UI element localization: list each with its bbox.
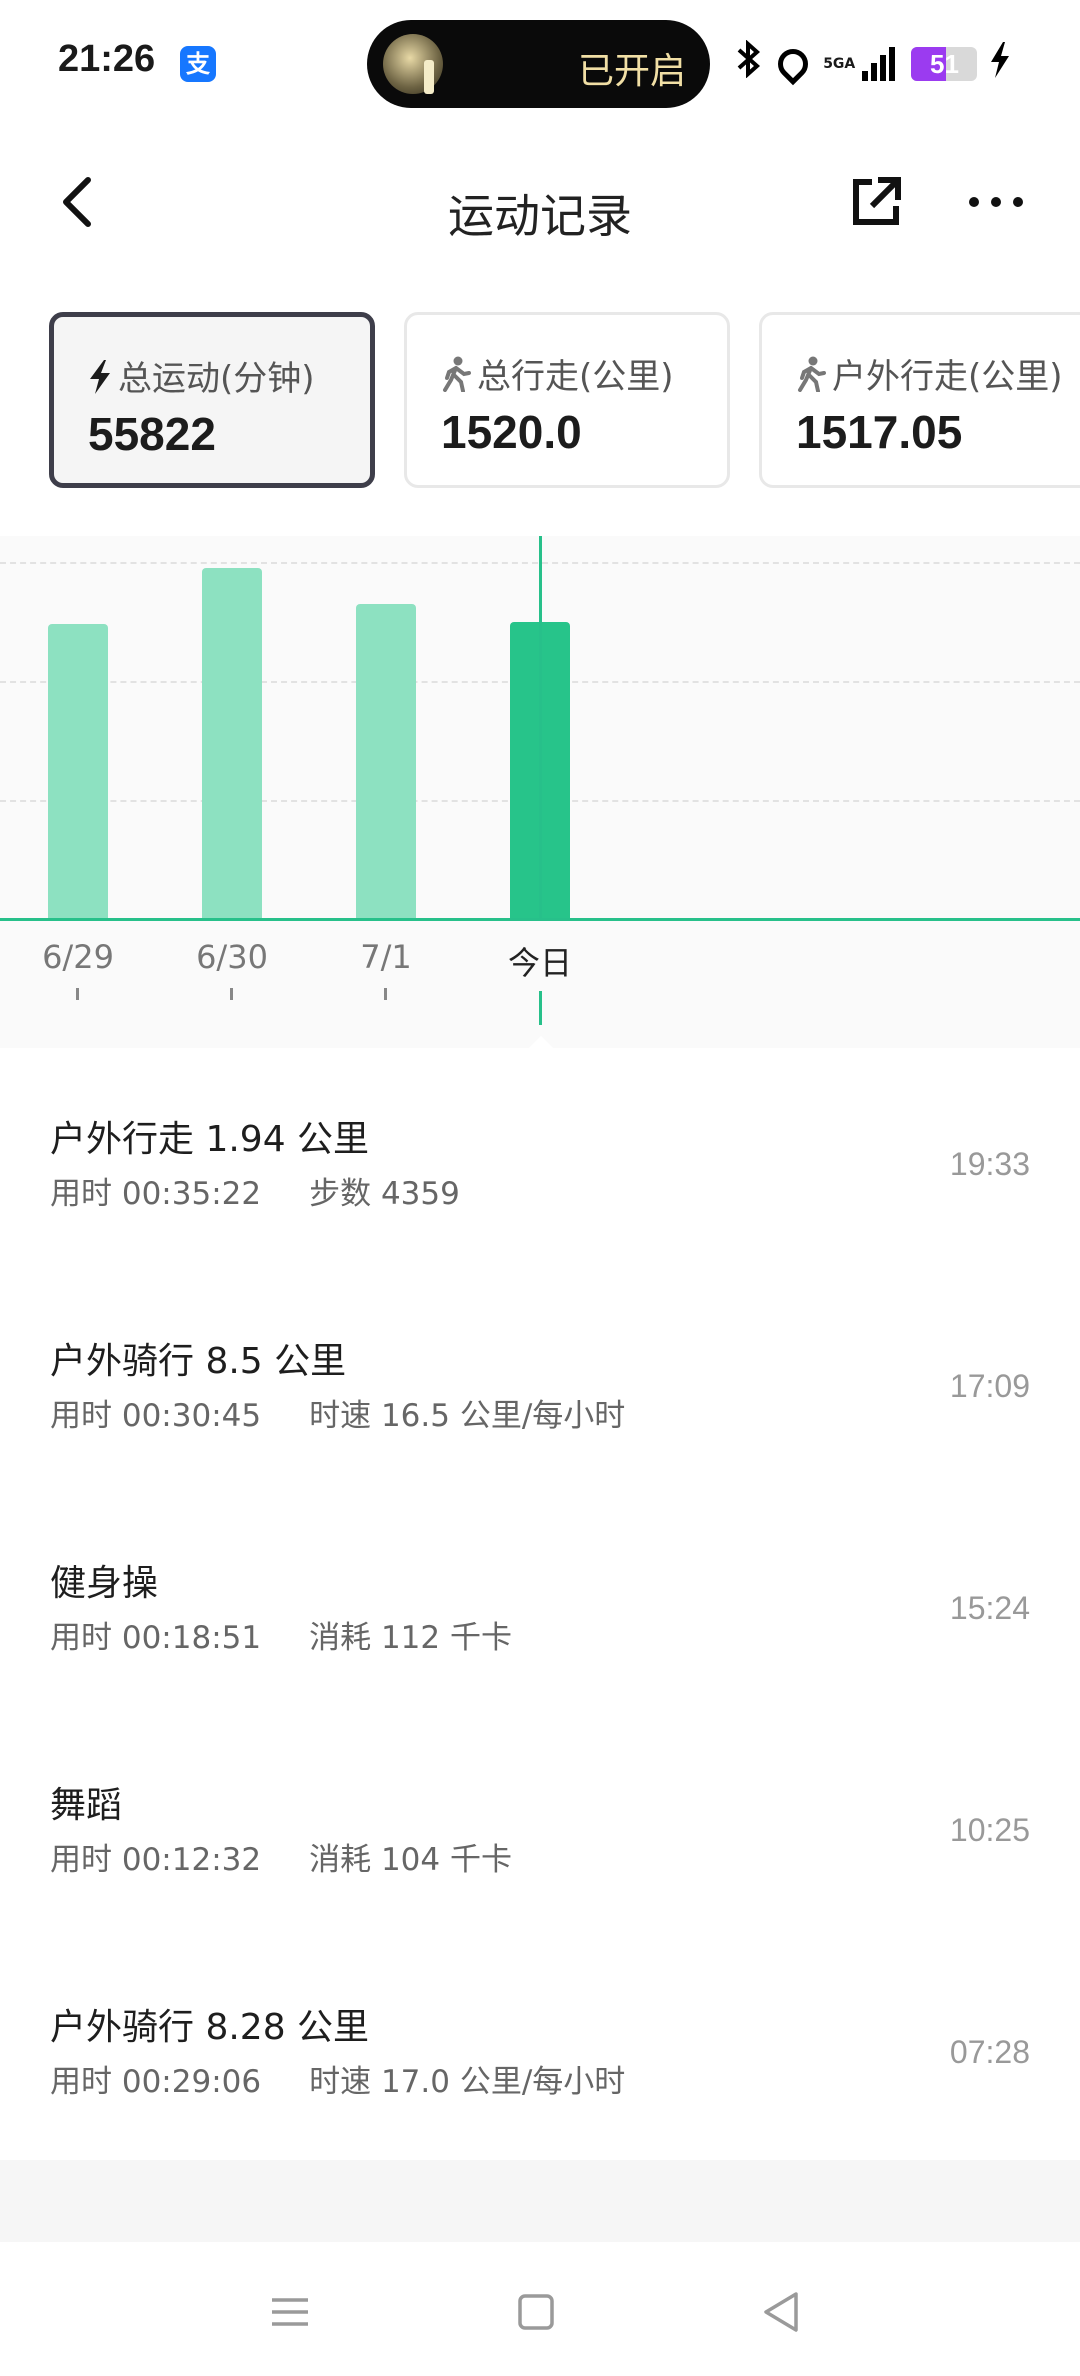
card-label: 总行走(公里): [477, 357, 674, 397]
back-nav-button[interactable]: [752, 2282, 812, 2342]
flashlight-status: 已开启: [577, 51, 686, 92]
list-footer: [0, 2160, 1080, 2242]
daily-chart[interactable]: 6/29 6/30 7/1 今日: [0, 536, 1080, 1049]
alipay-icon: 支: [180, 46, 216, 82]
walk-icon: [798, 356, 826, 393]
record-duration: 用时 00:35:22: [50, 1176, 262, 1212]
location-icon: [771, 42, 815, 85]
home-icon: [518, 2294, 554, 2330]
card-label: 户外行走(公里): [832, 357, 1063, 397]
record-duration: 用时 00:18:51: [50, 1620, 262, 1656]
more-icon: [969, 197, 1023, 207]
signal-icon: [862, 46, 898, 81]
record-duration: 用时 00:29:06: [50, 2064, 262, 2100]
record-detail: 步数 4359: [309, 1176, 460, 1212]
record-name: 户外骑行 8.5 公里: [50, 1341, 347, 1382]
selection-cursor: [539, 536, 542, 918]
triangle-back-icon: [764, 2292, 798, 2332]
record-time: 17:09: [949, 1368, 1030, 1404]
card-total-exercise[interactable]: 总运动(分钟) 55822: [49, 312, 375, 488]
charging-icon: [989, 41, 1011, 86]
list-item[interactable]: 健身操 用时 00:18:51 消耗 112 千卡 15:24: [0, 1494, 1080, 1716]
record-detail: 时速 16.5 公里/每小时: [309, 1398, 626, 1434]
record-time: 19:33: [949, 1146, 1030, 1182]
list-item[interactable]: 户外行走 1.94 公里 用时 00:35:22 步数 4359 19:33: [0, 1050, 1080, 1272]
record-name: 户外行走 1.94 公里: [50, 1119, 370, 1160]
bluetooth-icon: [735, 39, 765, 87]
menu-icon: [272, 2298, 308, 2326]
card-value: 1517.05: [796, 406, 963, 458]
record-name: 户外骑行 8.28 公里: [50, 2007, 370, 2048]
bar-7-1[interactable]: [356, 604, 416, 918]
x-label-selected: 今日: [507, 944, 572, 982]
home-button[interactable]: [506, 2282, 566, 2342]
selection-pointer: [528, 1036, 554, 1049]
app-header: 运动记录: [0, 150, 1080, 260]
record-name: 舞蹈: [50, 1785, 123, 1826]
x-tick: [230, 988, 233, 1000]
card-label: 总运动(分钟): [118, 359, 315, 399]
list-item[interactable]: 户外骑行 8.5 公里 用时 00:30:45 时速 16.5 公里/每小时 17…: [0, 1272, 1080, 1494]
selection-cursor-tail: [539, 991, 542, 1025]
record-time: 15:24: [949, 1590, 1030, 1626]
battery-icon: 51: [911, 46, 978, 81]
record-time: 07:28: [949, 2034, 1030, 2070]
record-detail: 消耗 112 千卡: [309, 1620, 512, 1656]
more-button[interactable]: [966, 174, 1026, 230]
dynamic-island-flashlight[interactable]: 已开启: [367, 20, 710, 108]
bar-6-29[interactable]: [48, 624, 108, 918]
card-value: 1520.0: [441, 406, 582, 458]
page-title: 运动记录: [448, 189, 632, 243]
record-detail: 时速 17.0 公里/每小时: [309, 2064, 626, 2100]
chart-baseline: [0, 918, 1080, 921]
share-icon: [853, 177, 901, 225]
x-label: 6/30: [196, 938, 268, 976]
list-item[interactable]: 户外骑行 8.28 公里 用时 00:29:06 时速 17.0 公里/每小时 0…: [0, 1938, 1080, 2160]
bolt-icon: [90, 360, 110, 394]
bar-6-30[interactable]: [202, 568, 262, 918]
x-tick: [76, 988, 79, 1000]
clock: 21:26: [58, 38, 156, 80]
network-type: 5GA: [823, 55, 856, 72]
system-icons: 5GA 51: [735, 39, 1011, 90]
x-label: 7/1: [360, 938, 412, 976]
record-duration: 用时 00:12:32: [50, 1842, 262, 1878]
record-detail: 消耗 104 千卡: [309, 1842, 512, 1878]
system-nav-bar: [0, 2242, 1080, 2376]
card-value: 55822: [88, 408, 216, 460]
menu-button[interactable]: [260, 2282, 320, 2342]
record-name: 健身操: [50, 1563, 159, 1604]
flashlight-icon: [383, 34, 443, 94]
walk-icon: [443, 356, 471, 393]
record-duration: 用时 00:30:45: [50, 1398, 262, 1434]
card-outdoor-walk[interactable]: 户外行走(公里) 1517.05: [759, 312, 1080, 488]
x-label: 6/29: [42, 938, 114, 976]
card-total-walk[interactable]: 总行走(公里) 1520.0: [404, 312, 730, 488]
x-tick: [384, 988, 387, 1000]
list-item[interactable]: 舞蹈 用时 00:12:32 消耗 104 千卡 10:25: [0, 1716, 1080, 1938]
battery-level: 51: [929, 48, 959, 79]
stat-cards: 总运动(分钟) 55822 总行走(公里) 1520.0 户外行走(公里) 15…: [0, 312, 1080, 492]
status-bar: 21:26 支 已开启 5GA 51: [0, 0, 1080, 130]
record-time: 10:25: [949, 1812, 1030, 1848]
share-button[interactable]: [848, 174, 904, 230]
